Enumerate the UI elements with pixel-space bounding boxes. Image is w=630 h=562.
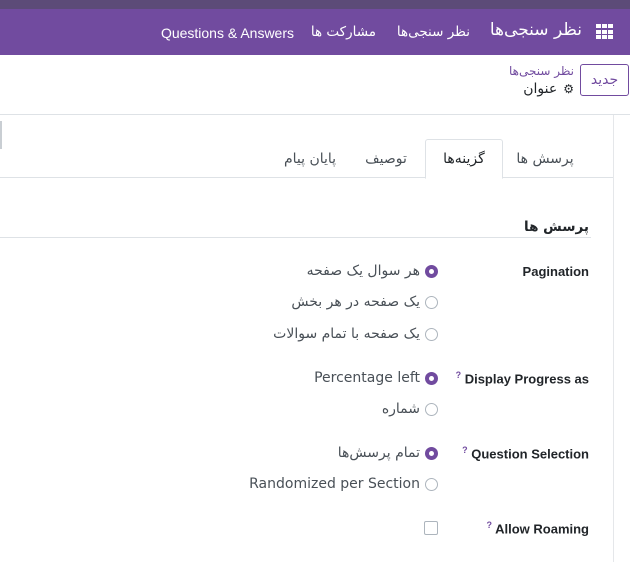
allow-roaming-label-text: Allow Roaming bbox=[495, 521, 589, 537]
selection-option-all[interactable]: تمام پرسش‌ها bbox=[338, 444, 438, 462]
menu-item-questions-answers[interactable]: Questions & Answers bbox=[161, 25, 294, 41]
section-title-questions: پرسش ها bbox=[524, 219, 589, 235]
option-label: هر سوال یک صفحه bbox=[306, 263, 420, 279]
progress-label: ? Display Progress as bbox=[452, 370, 589, 386]
radio-checked-icon[interactable] bbox=[425, 264, 438, 278]
option-label: یک صفحه در هر بخش bbox=[291, 294, 420, 310]
tab-questions[interactable]: پرسش ها bbox=[503, 139, 587, 178]
radio-unchecked-icon[interactable] bbox=[425, 402, 438, 416]
top-strip bbox=[0, 0, 630, 9]
help-tooltip-icon[interactable]: ? bbox=[462, 445, 468, 455]
allow-roaming-label: ? Allow Roaming bbox=[482, 520, 589, 536]
radio-unchecked-icon[interactable] bbox=[425, 295, 438, 309]
question-selection-label-text: Question Selection bbox=[471, 446, 589, 462]
record-title: عنوان ⚙ bbox=[523, 81, 574, 97]
main-navbar: نظر سنجی‌ها نظر سنجی‌ها مشارکت ها Questi… bbox=[0, 9, 630, 55]
radio-checked-icon[interactable] bbox=[425, 446, 438, 460]
allow-roaming-checkbox[interactable] bbox=[424, 521, 438, 535]
progress-option-number[interactable]: شماره bbox=[382, 400, 438, 418]
pagination-option-one-page-all[interactable]: یک صفحه با تمام سوالات bbox=[273, 325, 438, 343]
tab-description[interactable]: توصیف bbox=[350, 139, 422, 178]
section-divider bbox=[0, 237, 591, 238]
option-label: Percentage left bbox=[314, 370, 420, 386]
breadcrumb-surveys[interactable]: نظر سنجی‌ها bbox=[509, 64, 574, 78]
question-selection-label: ? Question Selection bbox=[458, 445, 589, 461]
option-label: شماره bbox=[381, 401, 420, 417]
progress-label-text: Display Progress as bbox=[464, 371, 589, 387]
option-label: یک صفحه با تمام سوالات bbox=[273, 326, 420, 342]
pagination-label: Pagination bbox=[523, 264, 589, 279]
selection-option-randomized[interactable]: Randomized per Section bbox=[249, 475, 438, 493]
pagination-option-one-per-section[interactable]: یک صفحه در هر بخش bbox=[291, 293, 438, 311]
app-brand[interactable]: نظر سنجی‌ها bbox=[490, 20, 582, 40]
notebook-tabs: پرسش ها گزینه‌ها توصیف پایان پیام bbox=[0, 139, 613, 179]
gear-icon[interactable]: ⚙ bbox=[563, 82, 574, 96]
pagination-option-one-per-question[interactable]: هر سوال یک صفحه bbox=[307, 262, 438, 280]
record-name: عنوان bbox=[523, 81, 558, 97]
progress-option-percentage[interactable]: Percentage left bbox=[314, 369, 438, 387]
radio-unchecked-icon[interactable] bbox=[425, 327, 438, 341]
form-sheet-border bbox=[613, 115, 614, 562]
menu-item-participations[interactable]: مشارکت ها bbox=[311, 24, 376, 40]
tab-options[interactable]: گزینه‌ها bbox=[425, 139, 503, 179]
pagination-label-text: Pagination bbox=[522, 264, 589, 279]
new-button[interactable]: جدید bbox=[580, 64, 629, 96]
control-panel: جدید نظر سنجی‌ها عنوان ⚙ bbox=[0, 55, 630, 149]
radio-unchecked-icon[interactable] bbox=[425, 477, 438, 491]
apps-grid-icon[interactable] bbox=[596, 24, 613, 40]
radio-checked-icon[interactable] bbox=[425, 371, 438, 385]
help-tooltip-icon[interactable]: ? bbox=[486, 520, 492, 530]
help-tooltip-icon[interactable]: ? bbox=[456, 370, 462, 380]
option-label: Randomized per Section bbox=[249, 476, 420, 492]
menu-item-surveys[interactable]: نظر سنجی‌ها bbox=[397, 24, 470, 40]
tab-end-message[interactable]: پایان پیام bbox=[273, 139, 347, 178]
option-label: تمام پرسش‌ها bbox=[337, 445, 420, 461]
